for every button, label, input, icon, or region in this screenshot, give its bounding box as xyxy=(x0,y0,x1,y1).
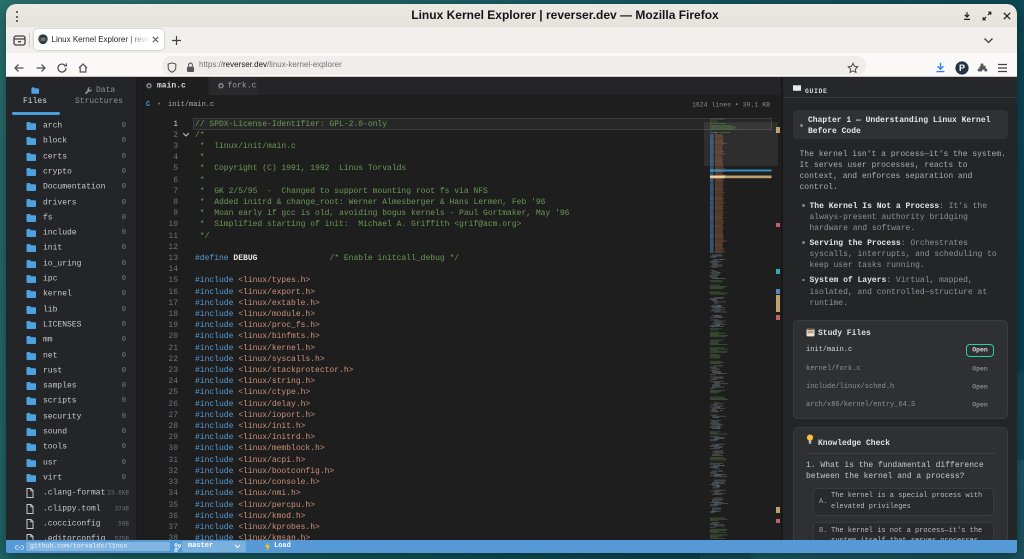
svg-text:P: P xyxy=(959,63,965,73)
